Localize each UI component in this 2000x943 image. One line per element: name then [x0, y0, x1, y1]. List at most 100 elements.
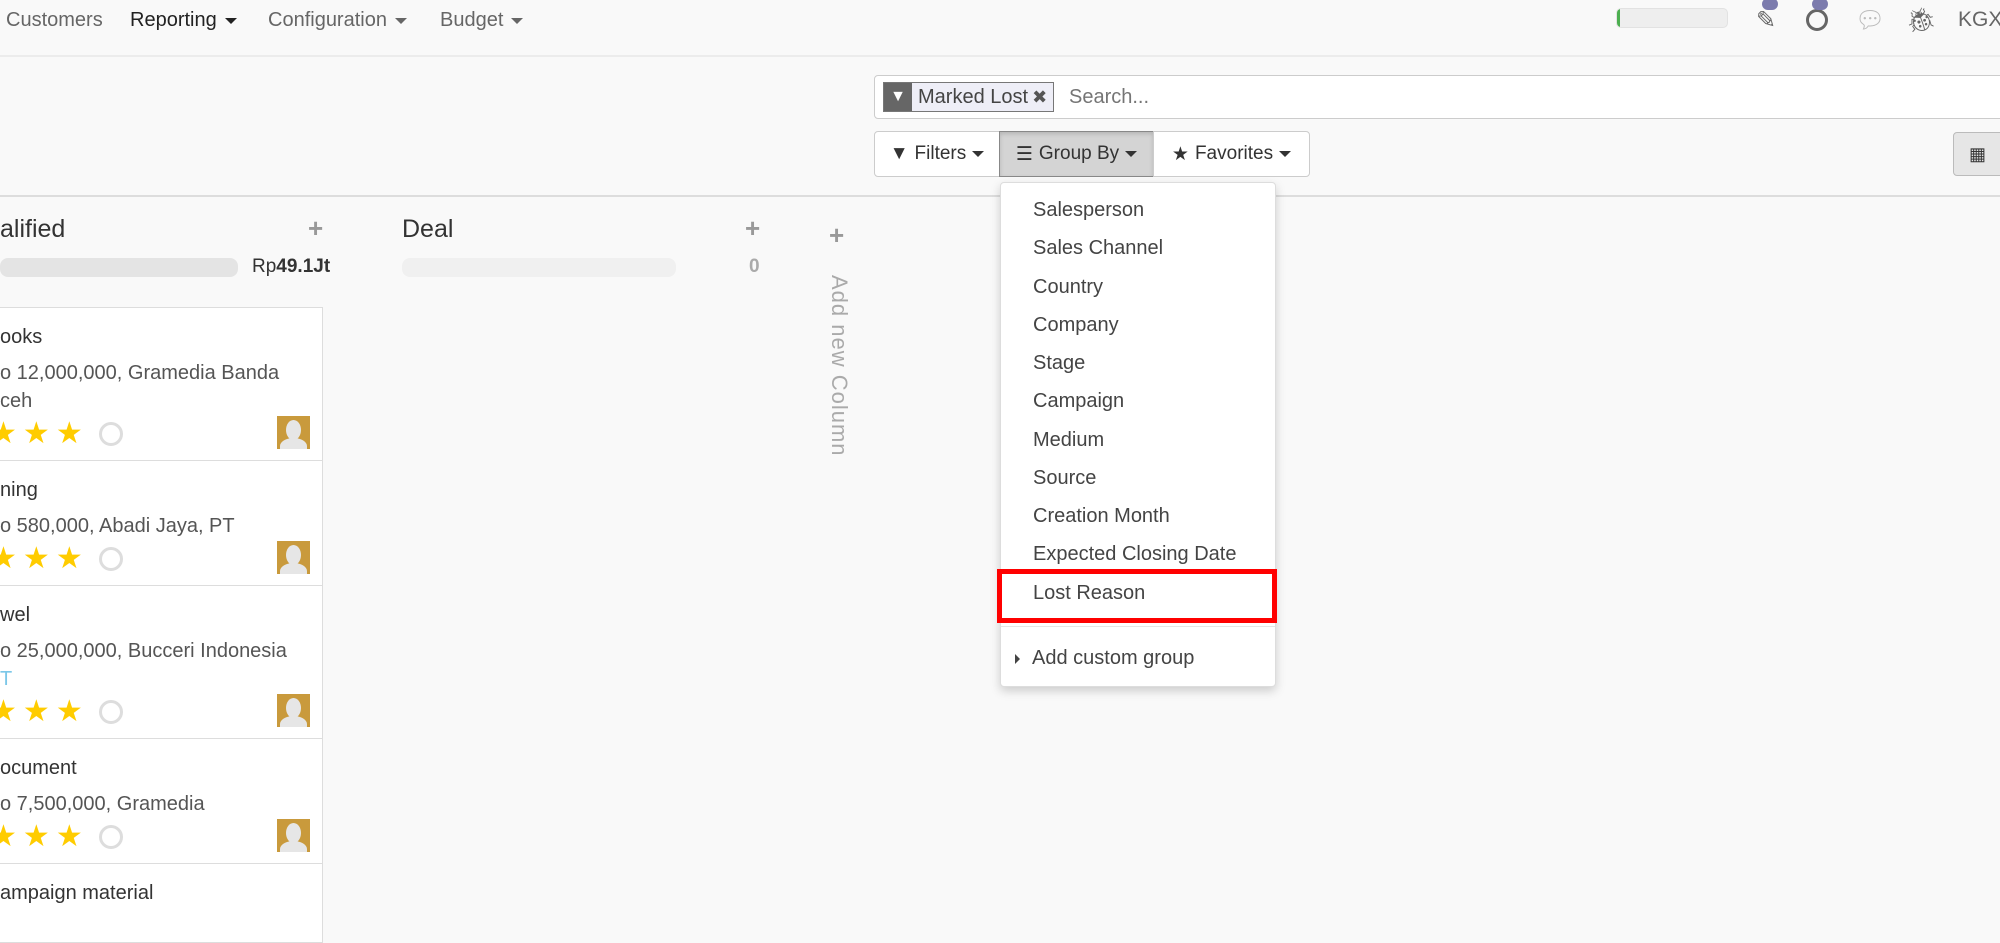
search-bar[interactable]: ▼ Marked Lost ✖	[874, 75, 2000, 119]
column-title: alified	[0, 215, 66, 243]
card-title: ning	[0, 479, 38, 501]
caret-down-icon	[1279, 151, 1292, 157]
kanban-card[interactable]: ampaign material	[0, 863, 323, 943]
facet-label: Marked Lost	[918, 86, 1029, 108]
kanban-card[interactable]: wel o 25,000,000, Bucceri Indonesia T ★ ★…	[0, 585, 323, 739]
search-input[interactable]	[1069, 82, 1869, 112]
activity-edit-button[interactable]: ✎	[1756, 0, 1778, 35]
group-by-medium[interactable]: Medium	[1033, 429, 1104, 452]
add-card-plus-icon[interactable]: +	[745, 213, 760, 244]
group-by-source[interactable]: Source	[1033, 467, 1096, 490]
kanban-view-button[interactable]: ▦	[1953, 132, 2000, 176]
bug-icon: 🐞︎	[1906, 7, 1937, 34]
priority-stars[interactable]: ★ ★ ★	[0, 694, 123, 729]
star-icon[interactable]: ★	[0, 541, 17, 576]
star-icon: ★	[1171, 143, 1189, 165]
star-icon[interactable]: ★	[56, 694, 83, 729]
clock-icon[interactable]	[98, 421, 123, 446]
menu-label: Configuration	[268, 9, 387, 31]
notification-badge	[1762, 0, 1778, 10]
debug-button[interactable]: 🐞︎	[1906, 6, 1936, 35]
star-icon[interactable]: ★	[23, 819, 50, 854]
group-by-creation-month[interactable]: Creation Month	[1033, 505, 1170, 528]
clock-icon	[1806, 9, 1828, 31]
star-icon[interactable]: ★	[0, 694, 17, 729]
messaging-button[interactable]: 💬︎	[1855, 6, 1885, 35]
add-column-plus-icon[interactable]: +	[829, 220, 844, 251]
favorites-button[interactable]: ★ Favorites	[1153, 131, 1310, 177]
group-by-button[interactable]: ☰ Group By	[999, 131, 1154, 177]
total-value: 49.1Jt	[276, 256, 331, 277]
group-by-salesperson[interactable]: Salesperson	[1033, 199, 1144, 222]
caret-right-icon	[1015, 653, 1020, 664]
add-custom-group[interactable]: Add custom group	[1015, 647, 1194, 670]
column-progress-bar[interactable]	[0, 258, 238, 277]
onboarding-progress-bar[interactable]	[1616, 8, 1728, 28]
list-icon: ☰	[1015, 143, 1033, 165]
currency-prefix: Rp	[252, 256, 277, 277]
edit-icon: ✎	[1756, 7, 1777, 34]
notification-badge	[1812, 0, 1828, 10]
priority-stars[interactable]: ★ ★ ★	[0, 541, 123, 576]
caret-down-icon	[224, 17, 237, 24]
caret-down-icon	[394, 17, 407, 24]
star-icon[interactable]: ★	[23, 694, 50, 729]
kanban-card[interactable]: ocument o 7,500,000, Gramedia ★ ★ ★	[0, 738, 323, 864]
avatar	[277, 416, 310, 449]
clock-icon[interactable]	[98, 824, 123, 849]
star-icon[interactable]: ★	[23, 416, 50, 451]
star-icon[interactable]: ★	[56, 541, 83, 576]
button-label: Favorites	[1194, 143, 1274, 164]
avatar	[277, 541, 310, 574]
column-title: Deal	[402, 215, 454, 243]
group-by-country[interactable]: Country	[1033, 276, 1103, 299]
avatar	[277, 694, 310, 727]
menu-reporting[interactable]: Reporting	[130, 9, 237, 32]
menu-label: Budget	[440, 9, 504, 31]
card-detail: T	[0, 668, 13, 690]
star-icon[interactable]: ★	[0, 416, 17, 451]
remove-facet-icon[interactable]: ✖	[1032, 87, 1047, 107]
card-detail: o 580,000, Abadi Jaya, PT	[0, 515, 235, 537]
menu-label: Add custom group	[1032, 647, 1195, 669]
menu-label: Reporting	[130, 9, 217, 31]
card-detail: ceh	[0, 390, 33, 412]
avatar	[277, 819, 310, 852]
highlight-box	[997, 569, 1277, 623]
filter-icon: ▼	[884, 83, 912, 111]
kanban-card[interactable]: ning o 580,000, Abadi Jaya, PT ★ ★ ★	[0, 460, 323, 586]
star-icon[interactable]: ★	[56, 819, 83, 854]
clock-icon[interactable]	[98, 546, 123, 571]
filters-button[interactable]: ▼ Filters	[874, 131, 1000, 177]
star-icon[interactable]: ★	[56, 416, 83, 451]
caret-down-icon	[972, 151, 985, 157]
card-detail: o 12,000,000, Gramedia Banda	[0, 362, 280, 384]
menu-budget[interactable]: Budget	[440, 9, 524, 32]
group-by-sales-channel[interactable]: Sales Channel	[1033, 237, 1163, 260]
activities-button[interactable]	[1806, 0, 1828, 38]
priority-stars[interactable]: ★ ★ ★	[0, 416, 123, 451]
star-icon[interactable]: ★	[23, 541, 50, 576]
user-menu[interactable]: KGX	[1958, 8, 2000, 32]
group-by-campaign[interactable]: Campaign	[1033, 390, 1124, 413]
card-title: ocument	[0, 757, 77, 779]
group-by-company[interactable]: Company	[1033, 314, 1119, 337]
chat-icon: 💬︎	[1855, 7, 1886, 34]
add-new-column[interactable]: Add new Column	[826, 275, 852, 457]
column-total: Rp49.1Jt	[252, 256, 330, 278]
clock-icon[interactable]	[98, 699, 123, 724]
button-label: Filters	[914, 143, 967, 164]
dropdown-divider	[1001, 626, 1275, 627]
priority-stars[interactable]: ★ ★ ★	[0, 819, 123, 854]
group-by-expected-closing-date[interactable]: Expected Closing Date	[1033, 543, 1236, 566]
menu-label: Customers	[6, 9, 103, 31]
kanban-card[interactable]: ooks o 12,000,000, Gramedia Banda ceh ★ ★…	[0, 307, 323, 461]
search-facet: ▼ Marked Lost ✖	[883, 82, 1055, 112]
menu-customers[interactable]: Customers	[6, 9, 103, 32]
star-icon[interactable]: ★	[0, 819, 17, 854]
add-card-plus-icon[interactable]: +	[308, 213, 323, 244]
menu-configuration[interactable]: Configuration	[268, 9, 407, 32]
card-title: wel	[0, 604, 31, 626]
column-progress-bar[interactable]	[402, 258, 676, 277]
group-by-stage[interactable]: Stage	[1033, 352, 1085, 375]
